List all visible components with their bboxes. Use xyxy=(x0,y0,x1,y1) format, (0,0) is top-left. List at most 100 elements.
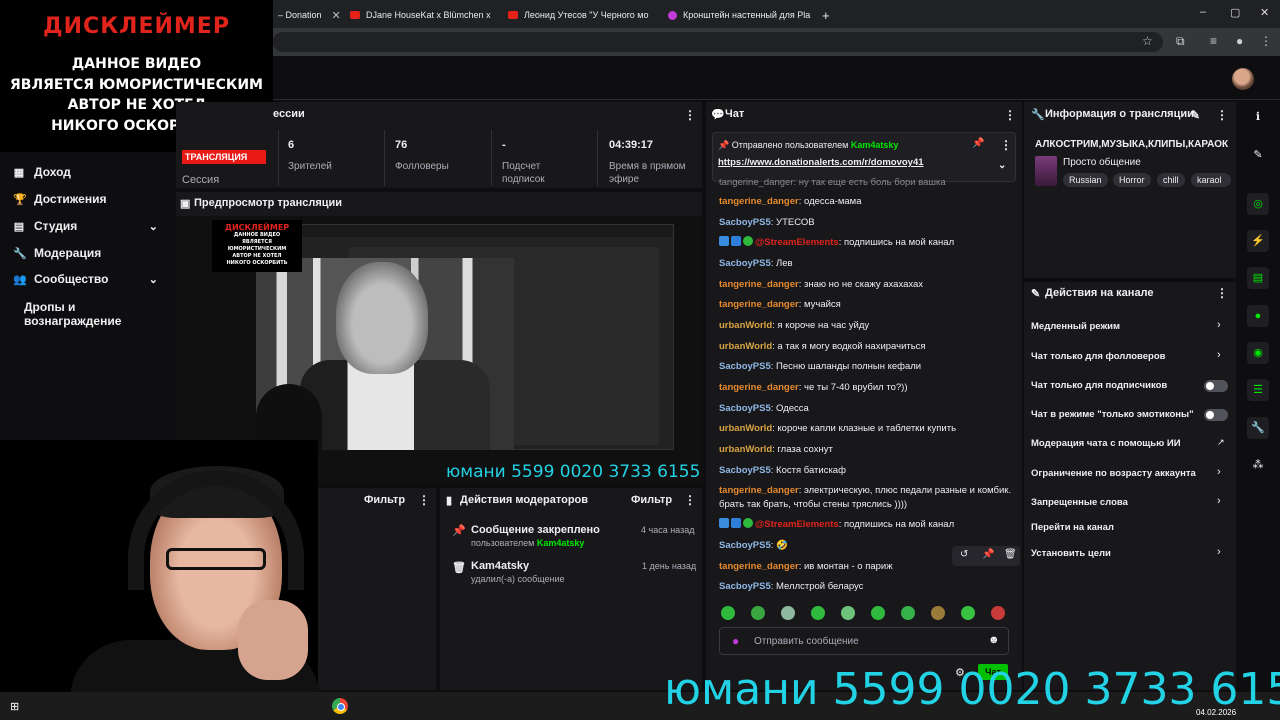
action-account-age[interactable]: Ограничение по возрасту аккаунта xyxy=(1031,468,1196,479)
chat-message[interactable]: SacboyPS5: Лев xyxy=(719,257,1019,270)
playlist-icon[interactable]: ≡ xyxy=(1210,34,1217,48)
pinned-link[interactable]: https://www.donationalerts.com/r/domovoy… xyxy=(718,156,938,169)
more-options-icon[interactable]: ⋮ xyxy=(1004,108,1016,122)
more-options-icon[interactable]: ⋮ xyxy=(418,493,430,507)
chat-message[interactable]: SacboyPS5: УТЕСОВ xyxy=(719,216,1019,229)
chat-username[interactable]: SacboyPS5 xyxy=(719,540,771,551)
info-icon[interactable]: ℹ xyxy=(1247,106,1269,128)
clip-icon[interactable]: ◎ xyxy=(1247,193,1269,215)
emote-icon[interactable] xyxy=(841,606,855,620)
more-options-icon[interactable]: ⋮ xyxy=(684,493,696,507)
stream-category[interactable]: Просто общение xyxy=(1063,157,1141,168)
chat-username[interactable]: SacboyPS5 xyxy=(719,361,771,372)
sidebar-item-achievements[interactable]: 🏆 Достижения xyxy=(0,187,172,211)
browser-tab[interactable]: – Donation ✕ xyxy=(278,4,346,26)
chat-username[interactable]: SacboyPS5 xyxy=(719,258,771,269)
chat-message[interactable]: urbanWorld: я короче на час уйду xyxy=(719,319,1019,332)
external-link-icon[interactable]: ↗ xyxy=(1217,437,1225,448)
bookmark-star-icon[interactable]: ☆ xyxy=(1142,34,1153,48)
browser-tab[interactable]: DJane HouseKat x Blümchen x✕ xyxy=(350,4,496,26)
subscribers-only-toggle[interactable] xyxy=(1204,380,1228,392)
chat-username[interactable]: urbanWorld xyxy=(719,444,772,455)
mod-item-title[interactable]: Kam4atsky xyxy=(471,560,529,572)
tag[interactable]: Russian xyxy=(1063,173,1108,187)
sidebar-item-community[interactable]: 👥 Сообщество ⌄ xyxy=(0,267,172,291)
chat-message[interactable]: SacboyPS5: Меллстрой беларус xyxy=(719,580,1019,593)
tag[interactable]: chill xyxy=(1157,173,1185,187)
sidebar-item-moderation[interactable]: 🔧 Модерация xyxy=(0,241,172,265)
chat-message[interactable]: @StreamElements: подпишись на мой канал xyxy=(719,236,1019,249)
action-slow-mode[interactable]: Медленный режим xyxy=(1031,321,1120,332)
emote-icon[interactable] xyxy=(931,606,945,620)
extensions-icon[interactable]: ⧉ xyxy=(1176,34,1185,49)
more-options-icon[interactable]: ⋮ xyxy=(1216,108,1228,122)
sidebar-item-income[interactable]: ▦ Доход xyxy=(0,160,172,184)
mod-filter-button[interactable]: Фильтр xyxy=(631,494,672,506)
chat-message[interactable]: urbanWorld: а так я могу водкой нахирачи… xyxy=(719,340,1019,353)
tag[interactable]: Horror xyxy=(1113,173,1151,187)
chat-input[interactable]: ● Отправить сообщение ☻ xyxy=(719,627,1009,655)
chat-username[interactable]: tangerine_danger xyxy=(719,196,799,207)
extensions-icon[interactable]: ⁂ xyxy=(1247,454,1269,476)
action-set-goals[interactable]: Установить цели xyxy=(1031,548,1111,559)
chat-username[interactable]: urbanWorld xyxy=(719,423,772,434)
maximize-button[interactable]: ▢ xyxy=(1230,6,1240,19)
emote-icon[interactable] xyxy=(751,606,765,620)
chat-username[interactable]: urbanWorld xyxy=(719,341,772,352)
chevron-right-icon[interactable]: › xyxy=(1217,349,1221,361)
mod-item-user[interactable]: Kam4atsky xyxy=(537,538,585,548)
chat-message[interactable]: tangerine_danger: мучайся xyxy=(719,298,1019,311)
chat-username[interactable]: tangerine_danger xyxy=(719,382,799,393)
emote-icon[interactable] xyxy=(811,606,825,620)
layout-icon[interactable]: ☰ xyxy=(1247,379,1269,401)
wrench-icon[interactable]: 🔧 xyxy=(1247,417,1269,439)
avatar[interactable] xyxy=(1232,68,1254,90)
emote-icon[interactable] xyxy=(991,606,1005,620)
chat-message[interactable]: urbanWorld: короче капли клазные и табле… xyxy=(719,422,1019,435)
chat-message[interactable]: tangerine_danger: че ты 7-40 врубил то?)… xyxy=(719,381,1019,394)
chat-username[interactable]: tangerine_danger xyxy=(719,279,799,290)
chat-username[interactable]: tangerine_danger xyxy=(719,561,799,572)
chat-message[interactable]: tangerine_danger: ив монтан - о париж xyxy=(719,560,949,573)
chevron-right-icon[interactable]: › xyxy=(1217,466,1221,478)
close-icon[interactable]: ✕ xyxy=(332,9,341,22)
profile-icon[interactable]: ● xyxy=(1236,34,1243,48)
action-banned-words[interactable]: Запрещенные слова xyxy=(1031,497,1128,508)
chevron-down-icon[interactable]: ⌄ xyxy=(998,160,1006,171)
chat-message[interactable]: tangerine_danger: одесса-мама xyxy=(719,195,1019,208)
chrome-icon[interactable] xyxy=(332,698,348,714)
emote-icon[interactable] xyxy=(901,606,915,620)
unpin-icon[interactable]: 📌 xyxy=(972,138,984,149)
browser-tab[interactable]: Кронштейн настенный для Pla✕ xyxy=(668,4,816,26)
sidebar-item-drops[interactable]: Дропы и вознаграждение xyxy=(24,300,172,328)
chat-message[interactable]: urbanWorld: глаза сохнут xyxy=(719,443,1019,456)
reply-icon[interactable]: ↺ xyxy=(960,549,968,560)
action-followers-only[interactable]: Чат только для фолловеров xyxy=(1031,351,1165,362)
emote-icon[interactable] xyxy=(961,606,975,620)
chat-username[interactable]: tangerine_danger xyxy=(719,485,799,496)
edit-icon[interactable]: ✎ xyxy=(1190,108,1200,122)
chat-message[interactable]: SacboyPS5: Песню шаланды полнын кефали xyxy=(719,360,1019,373)
chevron-right-icon[interactable]: › xyxy=(1217,495,1221,507)
more-options-icon[interactable]: ⋮ xyxy=(1216,286,1228,300)
chat-message[interactable]: SacboyPS5: Костя батискаф xyxy=(719,464,1019,477)
chat-username[interactable]: SacboyPS5 xyxy=(719,403,771,414)
close-window-button[interactable]: ✕ xyxy=(1260,6,1269,19)
chat-username[interactable]: @StreamElements xyxy=(755,237,839,248)
windows-start-icon[interactable]: ⊞ xyxy=(10,700,19,713)
notes-icon[interactable]: ▤ xyxy=(1247,267,1269,289)
minimize-button[interactable]: – xyxy=(1200,6,1206,18)
chat-username[interactable]: SacboyPS5 xyxy=(719,217,771,228)
chat-message[interactable]: SacboyPS5: Одесса xyxy=(719,402,1019,415)
address-bar[interactable] xyxy=(273,32,1163,52)
chat-username[interactable]: @StreamElements xyxy=(755,519,839,530)
chat-bubble-icon[interactable]: ● xyxy=(1247,305,1269,327)
category-thumbnail[interactable] xyxy=(1035,156,1057,186)
browser-tab[interactable]: Леонид Утесов "У Черного мо✕ xyxy=(508,4,654,26)
action-go-to-channel[interactable]: Перейти на канал xyxy=(1031,522,1114,533)
bolt-icon[interactable]: ⚡ xyxy=(1247,230,1269,252)
emote-icon[interactable] xyxy=(781,606,795,620)
chat-username[interactable]: SacboyPS5 xyxy=(719,465,771,476)
chevron-right-icon[interactable]: › xyxy=(1217,319,1221,331)
sidebar-item-studio[interactable]: ▤ Студия ⌄ xyxy=(0,214,172,238)
